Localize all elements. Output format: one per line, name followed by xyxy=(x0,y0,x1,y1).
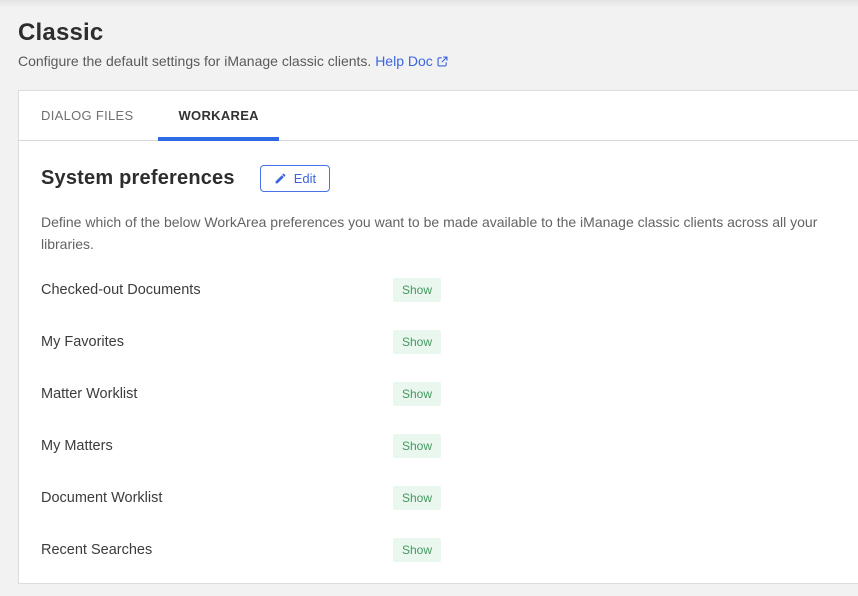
page-subtitle-text: Configure the default settings for iMana… xyxy=(18,53,371,69)
external-link-icon[interactable] xyxy=(436,54,449,72)
status-badge: Show xyxy=(393,538,441,562)
page-subtitle: Configure the default settings for iMana… xyxy=(18,52,840,72)
tab-bar: DIALOG FILES WORKAREA xyxy=(19,91,858,141)
status-badge: Show xyxy=(393,330,441,354)
workarea-panel: System preferences Edit Define which of … xyxy=(19,141,858,562)
tab-workarea[interactable]: WORKAREA xyxy=(158,91,278,140)
pref-label: Document Worklist xyxy=(41,490,393,506)
pref-row-document-worklist: Document Worklist Show xyxy=(41,486,846,510)
settings-card: DIALOG FILES WORKAREA System preferences… xyxy=(18,90,858,584)
page-title: Classic xyxy=(18,18,840,48)
edit-button-label: Edit xyxy=(294,171,316,186)
edit-pencil-icon xyxy=(274,172,287,185)
help-doc-link[interactable]: Help Doc xyxy=(375,53,433,69)
status-badge: Show xyxy=(393,434,441,458)
pref-label: My Favorites xyxy=(41,334,393,350)
edit-button[interactable]: Edit xyxy=(260,165,330,192)
pref-label: Checked-out Documents xyxy=(41,282,393,298)
pref-row-my-favorites: My Favorites Show xyxy=(41,330,846,354)
pref-label: My Matters xyxy=(41,438,393,454)
top-edge-shadow xyxy=(0,0,858,8)
status-badge: Show xyxy=(393,278,441,302)
pref-row-my-matters: My Matters Show xyxy=(41,434,846,458)
pref-row-checked-out-documents: Checked-out Documents Show xyxy=(41,278,846,302)
tab-dialog-files[interactable]: DIALOG FILES xyxy=(21,91,153,140)
heading-row: System preferences Edit xyxy=(41,165,846,192)
pref-row-matter-worklist: Matter Worklist Show xyxy=(41,382,846,406)
status-badge: Show xyxy=(393,486,441,510)
preference-list: Checked-out Documents Show My Favorites … xyxy=(41,278,846,562)
section-heading: System preferences xyxy=(41,167,235,190)
page-header: Classic Configure the default settings f… xyxy=(0,8,858,72)
section-description: Define which of the below WorkArea prefe… xyxy=(41,211,846,255)
status-badge: Show xyxy=(393,382,441,406)
pref-label: Matter Worklist xyxy=(41,386,393,402)
pref-row-recent-searches: Recent Searches Show xyxy=(41,538,846,562)
pref-label: Recent Searches xyxy=(41,542,393,558)
